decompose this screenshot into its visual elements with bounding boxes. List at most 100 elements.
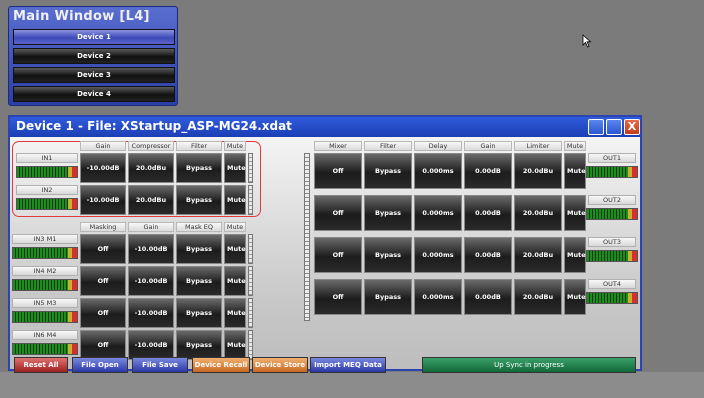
output-header-filter: Filter [364, 141, 412, 151]
output-label-3: OUT3 [588, 237, 636, 247]
device-3-button[interactable]: Device 3 [13, 67, 175, 83]
mic-2-gain-button[interactable]: -10.00dB [128, 266, 174, 296]
output-3-mixer-button[interactable]: Off [314, 237, 362, 273]
main-window: Main Window [L4] Device 1 Device 2 Devic… [8, 6, 178, 106]
output-2-filter-button[interactable]: Bypass [364, 195, 412, 231]
input-1-filter-button[interactable]: Bypass [176, 153, 222, 183]
output-4-limiter-button[interactable]: 20.0dBu [514, 279, 562, 315]
mic-label-4: IN6 M4 [12, 330, 78, 340]
mic-1-mask-eq-button[interactable]: Bypass [176, 234, 222, 264]
device-1-button[interactable]: Device 1 [13, 29, 175, 45]
input-1-gain-button[interactable]: -10.00dB [80, 153, 126, 183]
device-4-button[interactable]: Device 4 [13, 86, 175, 102]
input-header-compressor: Compressor [128, 141, 174, 151]
output-3-gain-button[interactable]: 0.00dB [464, 237, 512, 273]
mic-1-mute-slider[interactable] [248, 234, 253, 264]
output-1-mixer-button[interactable]: Off [314, 153, 362, 189]
device-store-button[interactable]: Device Store [252, 357, 308, 373]
mic-1-gain-button[interactable]: -10.00dB [128, 234, 174, 264]
main-window-title: Main Window [L4] [13, 9, 150, 24]
output-4-mute-button[interactable]: Mute [564, 279, 586, 315]
output-label-4: OUT4 [588, 279, 636, 289]
input-2-compressor-button[interactable]: 20.0dBu [128, 185, 174, 215]
reset-all-button[interactable]: Reset All [14, 357, 68, 373]
mic-1-level-meter [12, 247, 78, 259]
output-header-limiter: Limiter [514, 141, 562, 151]
input-label-2: IN2 [16, 185, 78, 195]
input-header-filter: Filter [176, 141, 222, 151]
input-header-gain: Gain [80, 141, 126, 151]
mic-3-level-meter [12, 311, 78, 323]
output-4-mixer-button[interactable]: Off [314, 279, 362, 315]
mic-3-mute-slider[interactable] [248, 298, 253, 328]
input-1-mute-slider[interactable] [248, 153, 253, 183]
output-4-delay-button[interactable]: 0.000ms [414, 279, 462, 315]
output-label-2: OUT2 [588, 195, 636, 205]
maximize-button[interactable] [606, 119, 622, 135]
input-header-mute: Mute [224, 141, 246, 151]
output-2-mixer-button[interactable]: Off [314, 195, 362, 231]
mic-3-mute-button[interactable]: Mute [224, 298, 246, 328]
output-3-mute-button[interactable]: Mute [564, 237, 586, 273]
output-2-mute-button[interactable]: Mute [564, 195, 586, 231]
input-2-mute-slider[interactable] [248, 185, 253, 215]
mic-3-mask-eq-button[interactable]: Bypass [176, 298, 222, 328]
import-meq-data-button[interactable]: Import MEQ Data [310, 357, 386, 373]
output-3-filter-button[interactable]: Bypass [364, 237, 412, 273]
output-4-gain-button[interactable]: 0.00dB [464, 279, 512, 315]
mic-label-1: IN3 M1 [12, 234, 78, 244]
output-header-mixer: Mixer [314, 141, 362, 151]
mic-1-masking-button[interactable]: Off [80, 234, 126, 264]
output-4-level-meter [586, 292, 638, 304]
input-1-compressor-button[interactable]: 20.0dBu [128, 153, 174, 183]
file-save-button[interactable]: File Save [132, 357, 188, 373]
mic-2-masking-button[interactable]: Off [80, 266, 126, 296]
mic-label-3: IN5 M3 [12, 298, 78, 308]
mic-4-gain-button[interactable]: -10.00dB [128, 330, 174, 360]
output-3-delay-button[interactable]: 0.000ms [414, 237, 462, 273]
output-1-mute-button[interactable]: Mute [564, 153, 586, 189]
device-2-button[interactable]: Device 2 [13, 48, 175, 64]
output-2-limiter-button[interactable]: 20.0dBu [514, 195, 562, 231]
mouse-cursor-icon [582, 34, 592, 48]
mic-4-mask-eq-button[interactable]: Bypass [176, 330, 222, 360]
mic-1-mute-button[interactable]: Mute [224, 234, 246, 264]
mic-4-masking-button[interactable]: Off [80, 330, 126, 360]
mic-header-gain: Gain [128, 222, 174, 232]
device-window-titlebar: Device 1 - File: XStartup_ASP-MG24.xdat [10, 117, 640, 137]
mic-2-mask-eq-button[interactable]: Bypass [176, 266, 222, 296]
input-1-mute-button[interactable]: Mute [224, 153, 246, 183]
output-2-delay-button[interactable]: 0.000ms [414, 195, 462, 231]
mic-4-level-meter [12, 343, 78, 355]
output-2-gain-button[interactable]: 0.00dB [464, 195, 512, 231]
mic-4-mute-button[interactable]: Mute [224, 330, 246, 360]
output-4-filter-button[interactable]: Bypass [364, 279, 412, 315]
mic-2-mute-slider[interactable] [248, 266, 253, 296]
mic-4-mute-slider[interactable] [248, 330, 253, 360]
input-2-mute-button[interactable]: Mute [224, 185, 246, 215]
mic-3-gain-button[interactable]: -10.00dB [128, 298, 174, 328]
device-window-title: Device 1 - File: XStartup_ASP-MG24.xdat [16, 119, 292, 133]
close-button[interactable]: X [624, 119, 640, 135]
file-open-button[interactable]: File Open [72, 357, 128, 373]
output-label-1: OUT1 [588, 153, 636, 163]
input-2-gain-button[interactable]: -10.00dB [80, 185, 126, 215]
mic-2-mute-button[interactable]: Mute [224, 266, 246, 296]
device-window: Device 1 - File: XStartup_ASP-MG24.xdat … [8, 115, 642, 373]
output-1-filter-button[interactable]: Bypass [364, 153, 412, 189]
output-fader-strip[interactable] [304, 153, 310, 321]
mic-header-mask_eq: Mask EQ [176, 222, 222, 232]
taskbar-area [0, 372, 704, 398]
minimize-button[interactable] [588, 119, 604, 135]
output-3-level-meter [586, 250, 638, 262]
sync-status-bar: Up Sync in progress [422, 357, 636, 373]
output-1-limiter-button[interactable]: 20.0dBu [514, 153, 562, 189]
mic-3-masking-button[interactable]: Off [80, 298, 126, 328]
mic-header-masking: Masking [80, 222, 126, 232]
output-3-limiter-button[interactable]: 20.0dBu [514, 237, 562, 273]
device-recall-button[interactable]: Device Recall [192, 357, 250, 373]
output-1-delay-button[interactable]: 0.000ms [414, 153, 462, 189]
input-2-filter-button[interactable]: Bypass [176, 185, 222, 215]
input-1-level-meter [16, 166, 78, 178]
output-1-gain-button[interactable]: 0.00dB [464, 153, 512, 189]
